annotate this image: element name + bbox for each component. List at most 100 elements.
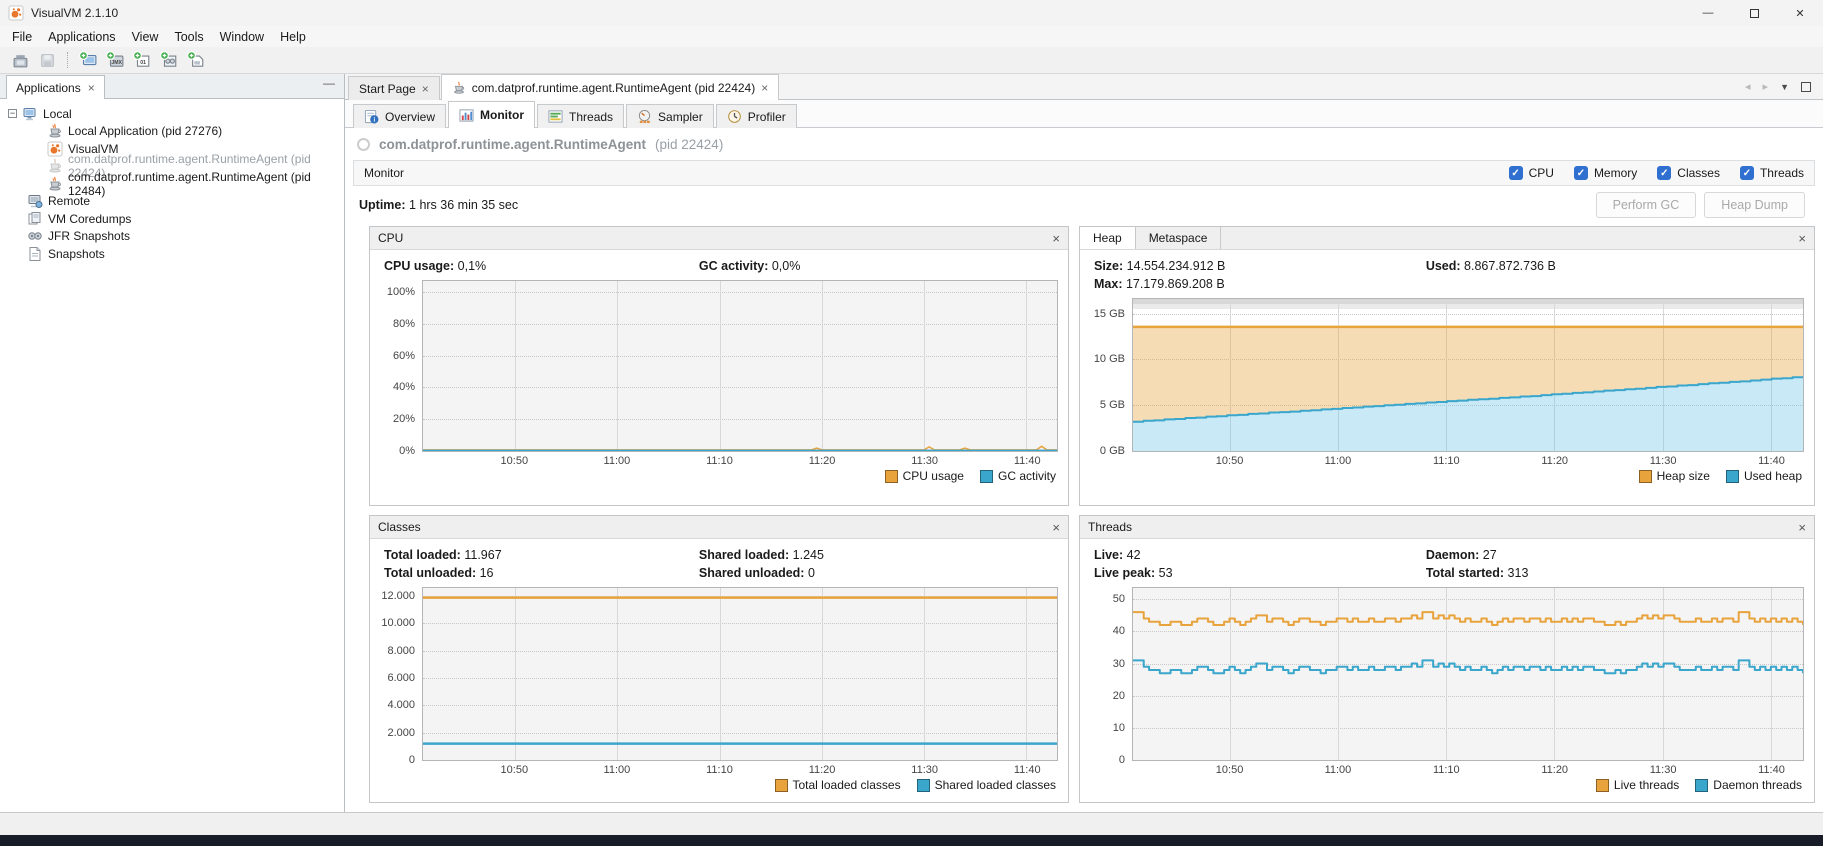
close-icon[interactable]: × — [422, 82, 429, 96]
close-icon[interactable]: × — [1798, 231, 1806, 246]
add-jfr-snapshot-button[interactable] — [157, 49, 181, 72]
menu-item-help[interactable]: Help — [272, 30, 314, 44]
legend-label: Used heap — [1744, 469, 1802, 483]
tab-runtimeagent[interactable]: com.datprof.runtime.agent.RuntimeAgent (… — [441, 74, 780, 100]
scroll-right-icon[interactable]: ▸ — [1763, 80, 1769, 93]
window-maximize-button[interactable] — [1731, 0, 1777, 26]
tree-item-runtimeagent-12484[interactable]: com.datprof.runtime.agent.RuntimeAgent (… — [0, 175, 344, 193]
x-axis-tick: 11:20 — [1541, 455, 1568, 467]
perform-gc-button[interactable]: Perform GC — [1596, 192, 1697, 218]
heap-panel: Heap Metaspace × Size: 14.554.234.912 B … — [1079, 226, 1815, 506]
tree-item-local-application[interactable]: Local Application (pid 27276) — [0, 123, 344, 141]
tab-navigation-controls: ◂ ▸ ▼ — [1745, 80, 1823, 93]
menu-item-view[interactable]: View — [124, 30, 167, 44]
stat-shared-loaded: Shared loaded: 1.245 — [699, 548, 1054, 562]
x-axis-tick: 10:50 — [501, 455, 529, 467]
monitor-section-label: Monitor — [364, 166, 404, 180]
checkbox-checked-icon[interactable]: ✓ — [1509, 166, 1523, 180]
tree-item-snapshots[interactable]: Snapshots — [0, 245, 344, 263]
close-icon[interactable]: × — [1798, 520, 1806, 535]
action-buttons: Perform GC Heap Dump — [1596, 192, 1805, 218]
x-axis-tick: 10:50 — [1216, 455, 1244, 467]
uptime-label: Uptime: — [359, 198, 406, 212]
java-application-terminated-icon — [47, 158, 63, 174]
x-axis-tick: 10:50 — [1216, 764, 1244, 776]
tree-item-jfr-snapshots[interactable]: JFR Snapshots — [0, 228, 344, 246]
tab-start-page[interactable]: Start Page × — [348, 76, 440, 100]
memory-tabs: Heap Metaspace — [1080, 227, 1221, 249]
add-jfr-snapshot-icon — [160, 51, 178, 69]
tab-sampler[interactable]: Sampler — [626, 104, 714, 128]
add-jmx-connection-button[interactable]: JMX — [103, 49, 127, 72]
visualvm-icon — [47, 141, 63, 157]
remote-icon — [27, 193, 43, 209]
tab-label: Threads — [569, 110, 613, 124]
tab-overview[interactable]: i Overview — [353, 104, 446, 128]
tree-item-label: com.datprof.runtime.agent.RuntimeAgent (… — [68, 170, 344, 198]
classes-chart: 02.0004.0006.0008.00010.00012.00010:5011… — [370, 580, 1068, 792]
legend-item: Shared loaded classes — [917, 778, 1056, 792]
checkbox-threads[interactable]: ✓Threads — [1740, 166, 1804, 180]
snapshots-icon — [27, 246, 43, 262]
add-application-button[interactable] — [76, 49, 100, 72]
checkbox-classes[interactable]: ✓Classes — [1657, 166, 1720, 180]
checkbox-cpu[interactable]: ✓CPU — [1509, 166, 1554, 180]
close-icon[interactable]: × — [88, 81, 95, 95]
checkbox-checked-icon[interactable]: ✓ — [1574, 166, 1588, 180]
scroll-left-icon[interactable]: ◂ — [1745, 80, 1751, 93]
application-header: com.datprof.runtime.agent.RuntimeAgent (… — [345, 128, 1823, 160]
close-icon[interactable]: × — [1052, 231, 1060, 246]
close-icon[interactable]: × — [761, 81, 768, 95]
collapse-icon[interactable]: − — [8, 109, 17, 118]
window-minimize-button[interactable]: — — [1685, 0, 1731, 26]
legend-item: Used heap — [1726, 469, 1802, 483]
tab-threads[interactable]: Threads — [537, 104, 624, 128]
computer-icon — [22, 106, 38, 122]
tab-metaspace[interactable]: Metaspace — [1136, 227, 1222, 249]
menu-item-file[interactable]: File — [4, 30, 40, 44]
add-vm-coredump-button[interactable]: 01 — [130, 49, 154, 72]
y-axis-tick: 10 GB — [1094, 353, 1125, 365]
minimize-panel-button[interactable]: — — [323, 76, 335, 90]
tree-item-label: VM Coredumps — [48, 212, 131, 226]
add-snapshot-button[interactable] — [184, 49, 208, 72]
x-axis-tick: 11:40 — [1014, 764, 1041, 776]
x-axis-tick: 11:00 — [1325, 764, 1352, 776]
menu-item-window[interactable]: Window — [212, 30, 272, 44]
legend-swatch-icon — [1726, 470, 1739, 483]
tree-item-vm-coredumps[interactable]: VM Coredumps — [0, 210, 344, 228]
threads-panel-header: Threads × — [1080, 516, 1814, 539]
svg-text:01: 01 — [140, 60, 146, 66]
legend-item: Heap size — [1639, 469, 1710, 483]
load-snapshot-button[interactable] — [8, 49, 32, 72]
heap-dump-button[interactable]: Heap Dump — [1704, 192, 1805, 218]
tab-profiler[interactable]: Profiler — [716, 104, 797, 128]
applications-panel-tab[interactable]: Applications × — [6, 75, 105, 99]
y-axis-tick: 0 GB — [1100, 445, 1125, 457]
legend-swatch-icon — [885, 470, 898, 483]
heap-chart: 0 GB5 GB10 GB15 GB10:5011:0011:1011:2011… — [1080, 291, 1814, 483]
tree-item-local[interactable]: − Local — [0, 105, 344, 123]
y-axis-tick: 6.000 — [387, 672, 415, 684]
tab-heap[interactable]: Heap — [1080, 227, 1136, 249]
toolbar-separator — [67, 52, 68, 68]
threads-series-svg — [1133, 588, 1803, 760]
menu-item-applications[interactable]: Applications — [40, 30, 123, 44]
tab-monitor[interactable]: Monitor — [448, 101, 535, 128]
plot-area — [1132, 587, 1804, 761]
legend-label: CPU usage — [903, 469, 964, 483]
y-axis-tick: 30 — [1113, 658, 1125, 670]
save-snapshot-button — [35, 49, 59, 72]
stat-total-loaded: Total loaded: 11.967 — [384, 548, 699, 562]
checkbox-checked-icon[interactable]: ✓ — [1740, 166, 1754, 180]
visualvm-logo-icon — [8, 5, 24, 21]
checkbox-checked-icon[interactable]: ✓ — [1657, 166, 1671, 180]
close-icon[interactable]: × — [1052, 520, 1060, 535]
menu-item-tools[interactable]: Tools — [166, 30, 211, 44]
checkbox-memory[interactable]: ✓Memory — [1574, 166, 1637, 180]
window-close-button[interactable]: ✕ — [1777, 0, 1823, 26]
maximize-view-icon[interactable] — [1801, 82, 1811, 92]
document-area: Start Page × com.datprof.runtime.agent.R… — [345, 74, 1823, 812]
tab-list-dropdown-icon[interactable]: ▼ — [1780, 82, 1789, 92]
monitor-section-bar: Monitor ✓CPU ✓Memory ✓Classes ✓Threads — [353, 160, 1815, 186]
